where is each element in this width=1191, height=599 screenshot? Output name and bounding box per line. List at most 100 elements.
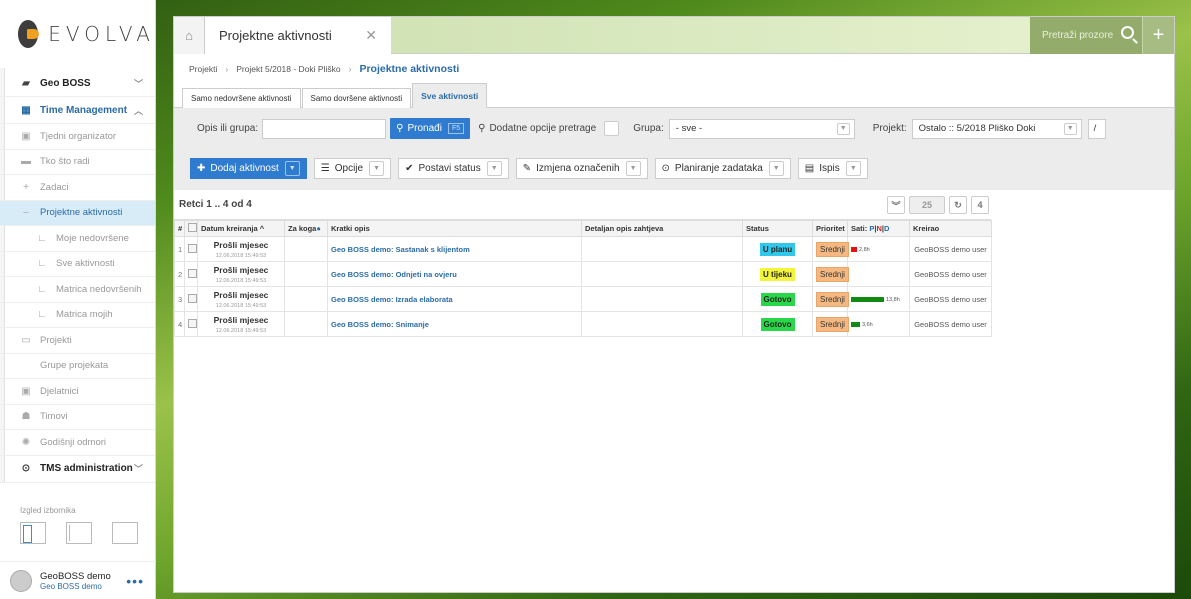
tab-sve-aktivnosti[interactable]: Sve aktivnosti	[412, 83, 488, 108]
sidebar-item[interactable]: ▣ Tjedni organizator	[0, 124, 155, 150]
chevron-down-icon[interactable]: ▼	[845, 161, 861, 176]
activity-link[interactable]: Geo BOSS demo: Izrada elaborata	[331, 295, 453, 304]
cell-short[interactable]: Geo BOSS demo: Odnjeti na ovjeru	[327, 261, 582, 287]
sidebar-item[interactable]: Grupe projekata	[0, 354, 155, 379]
col-status[interactable]: Status	[742, 220, 813, 237]
opis-input[interactable]	[262, 118, 387, 139]
set-status-button[interactable]: ✔ Postavi status ▼	[398, 158, 509, 179]
sidebar-item[interactable]: ∟ Moje nedovršene	[0, 226, 155, 252]
more-icon[interactable]: •••	[126, 573, 144, 589]
options-button[interactable]: ☰ Opcije ▼	[313, 158, 392, 179]
print-button[interactable]: ▤ Ispis ▼	[797, 158, 868, 179]
sidebar-item[interactable]: ∟ Matrica mojih	[0, 303, 155, 328]
opis-label: Opis ili grupa:	[197, 123, 259, 134]
tab-samo-dovrsene[interactable]: Samo dovršene aktivnosti	[301, 88, 412, 108]
col-for[interactable]: Za koga●	[284, 220, 328, 237]
chevron-down-icon[interactable]: ﹀	[134, 77, 143, 90]
search-row: Opis ili grupa: ⚲ Pronađi F5 ⚲ Dodatne o…	[197, 118, 1106, 139]
info-icon: ●	[316, 224, 321, 233]
sidebar-item[interactable]: ☗ Timovi	[0, 405, 155, 430]
search-icon: ⚲	[396, 123, 404, 134]
chevron-down-icon[interactable]: ▼	[768, 161, 784, 176]
col-short[interactable]: Kratki opis	[327, 220, 582, 237]
activity-link[interactable]: Geo BOSS demo: Sastanak s klijentom	[331, 245, 470, 254]
chevron-down-icon[interactable]: ▼	[1063, 122, 1077, 135]
chevron-down-icon[interactable]: ▼	[284, 161, 300, 176]
date-relative: Prošli mjesec	[213, 289, 269, 300]
chevron-down-icon[interactable]: ▼	[836, 122, 850, 135]
tab-projektne-aktivnosti[interactable]: Projektne aktivnosti ✕	[205, 17, 391, 54]
cell-short[interactable]: Geo BOSS demo: Snimanje	[327, 311, 582, 337]
row-checkbox[interactable]	[188, 293, 197, 303]
chevron-up-icon[interactable]: ︿	[134, 104, 143, 117]
sidebar-item[interactable]: + Zadaci	[0, 175, 155, 201]
sidebar-item[interactable]: ▬ Tko što radi	[0, 150, 155, 175]
table-row[interactable]: 3 Prošli mjesec 12.06.2018 15:49:53 Geo BOS…	[174, 286, 992, 312]
task-planning-button[interactable]: ⊙ Planiranje zadataka ▼	[654, 158, 791, 179]
projekt-select[interactable]: Ostalo :: 5/2018 Pliško Doki ▼	[911, 118, 1082, 139]
cell-short[interactable]: Geo BOSS demo: Izrada elaborata	[327, 286, 582, 312]
tab-samo-nedovrsene[interactable]: Samo nedovršene aktivnosti	[182, 88, 301, 108]
chevron-down-icon[interactable]: ▼	[486, 161, 502, 176]
row-checkbox[interactable]	[188, 268, 197, 278]
user-bar[interactable]: GeoBOSS demo Geo BOSS demo •••	[0, 561, 156, 599]
row-select[interactable]	[184, 261, 198, 287]
advanced-search-button[interactable]: ⚲ Dodatne opcije pretrage	[478, 121, 620, 136]
col-select[interactable]	[184, 220, 198, 237]
col-hours[interactable]: Sati: P|N|D	[847, 220, 910, 237]
row-select[interactable]	[184, 311, 198, 337]
add-activity-button[interactable]: ✚ Dodaj aktivnost ▼	[190, 158, 307, 179]
cell-creator: GeoBOSS demo user	[909, 286, 992, 312]
row-checkbox[interactable]	[188, 243, 197, 253]
calendar-icon: ▦	[21, 104, 31, 116]
sidebar-item[interactable]: ∟ Matrica nedovršenih	[0, 277, 155, 303]
find-button[interactable]: ⚲ Pronađi F5	[390, 118, 471, 139]
col-creator[interactable]: Kreirao	[909, 220, 992, 237]
sidebar-item[interactable]: ▰ Geo BOSS ﹀	[0, 70, 155, 97]
sidebar-item[interactable]: ✺ Godišnji odmori	[0, 430, 155, 456]
layout-option-collapsed[interactable]	[66, 522, 92, 544]
table-row[interactable]: 2 Prošli mjesec 12.06.2018 15:49:53 Geo BOS…	[174, 261, 992, 287]
grupa-select[interactable]: - sve - ▼	[668, 118, 855, 139]
sidebar-item[interactable]: ▭ Projekti	[0, 328, 155, 354]
sidebar-item[interactable]: ▦ Time Management ︿	[0, 97, 155, 124]
row-checkbox[interactable]	[188, 318, 197, 328]
chevron-down-icon[interactable]: ﹀	[134, 462, 143, 475]
avatar[interactable]	[10, 569, 32, 592]
row-select[interactable]	[184, 236, 198, 262]
col-prio[interactable]: Prioritet	[812, 220, 848, 237]
hours-bar	[851, 247, 857, 253]
cell-short[interactable]: Geo BOSS demo: Sastanak s klijentom	[327, 236, 582, 262]
dropdown-icon[interactable]	[604, 121, 620, 136]
activity-link[interactable]: Geo BOSS demo: Snimanje	[331, 320, 429, 329]
chevron-down-icon[interactable]: ▼	[369, 161, 385, 176]
chevron-down-icon[interactable]: ︾	[887, 196, 905, 214]
sidebar-item[interactable]: ⊙ TMS administration ﹀	[0, 456, 155, 483]
projekt-slash-button[interactable]: /	[1087, 118, 1106, 139]
table-row[interactable]: 4 Prošli mjesec 12.06.2018 15:49:53 Geo BOS…	[174, 311, 992, 337]
breadcrumb-item[interactable]: Projekti	[189, 64, 217, 74]
edit-selected-button[interactable]: ✎ Izmjena označenih ▼	[515, 158, 648, 179]
new-tab-button[interactable]: +	[1142, 17, 1174, 54]
window-search[interactable]: Pretraži prozore	[1030, 17, 1142, 54]
home-icon[interactable]: ⌂	[174, 17, 205, 54]
close-icon[interactable]: ✕	[365, 27, 377, 44]
layout-option-hidden[interactable]	[112, 522, 138, 544]
table-row[interactable]: 1 Prošli mjesec 12.06.2018 15:49:53 Geo BOS…	[174, 236, 992, 262]
layout-option-sidebar[interactable]	[20, 522, 46, 544]
chevron-down-icon[interactable]: ▼	[625, 161, 641, 176]
sidebar-item[interactable]: ▣ Djelatnici	[0, 379, 155, 405]
cell-date: Prošli mjesec 12.06.2018 15:49:53	[197, 286, 285, 312]
sidebar-item[interactable]: – Projektne aktivnosti	[0, 200, 155, 226]
refresh-icon[interactable]: ↻	[949, 196, 967, 214]
col-date[interactable]: Datum kreiranja ^	[197, 220, 285, 237]
activity-link[interactable]: Geo BOSS demo: Odnjeti na ovjeru	[331, 270, 457, 279]
breadcrumb-item[interactable]: Projekt 5/2018 - Doki Pliško	[236, 64, 340, 74]
layout-options	[20, 522, 138, 544]
row-select[interactable]	[184, 286, 198, 312]
select-all-checkbox[interactable]	[188, 223, 197, 232]
sidebar-item[interactable]: ∟ Sve aktivnosti	[0, 252, 155, 277]
search-icon[interactable]	[1121, 26, 1134, 39]
page-size[interactable]: 25	[909, 196, 945, 214]
col-detail[interactable]: Detaljan opis zahtjeva	[581, 220, 743, 237]
